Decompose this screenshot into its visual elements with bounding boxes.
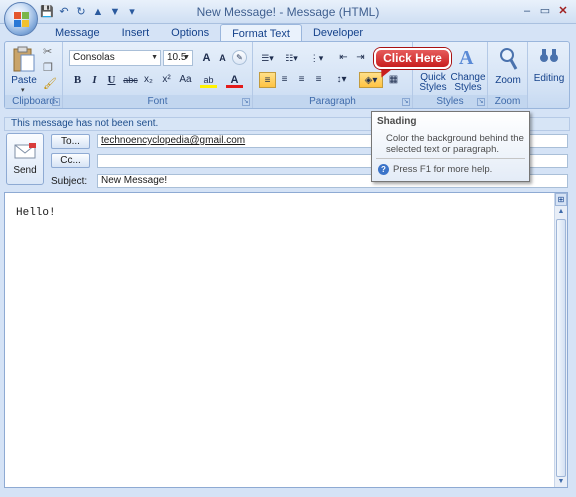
cc-button[interactable]: Cc... — [51, 153, 90, 168]
quick-styles-label: Quick Styles — [419, 72, 447, 93]
tab-developer[interactable]: Developer — [302, 24, 374, 42]
paragraph-group-label: Paragraph — [253, 95, 412, 108]
message-body-text: Hello! — [16, 207, 56, 219]
zoom-group: Zoom Zoom — [488, 42, 528, 108]
office-logo-icon — [14, 12, 29, 27]
styles-launcher-icon[interactable]: ↘ — [477, 98, 485, 106]
subject-label: Subject: — [51, 176, 88, 187]
shrink-font-button[interactable]: A — [214, 50, 231, 66]
close-button[interactable]: ✕ — [556, 4, 570, 18]
line-spacing-button[interactable]: ↕▾ — [333, 72, 350, 88]
editing-button[interactable]: Editing — [530, 45, 568, 91]
change-styles-button[interactable]: A Change Styles — [450, 45, 486, 93]
tooltip-description: Color the background behind the selected… — [386, 133, 524, 155]
send-envelope-icon — [14, 143, 36, 159]
highlight-button[interactable]: ab — [200, 72, 217, 88]
paste-icon — [13, 46, 35, 72]
styles-group-label: Styles — [413, 95, 487, 108]
ruler-toggle-icon[interactable]: ⊞ — [555, 193, 567, 206]
office-button[interactable] — [4, 2, 38, 36]
send-button[interactable]: Send — [6, 133, 44, 185]
send-label: Send — [13, 165, 37, 176]
strikethrough-button[interactable]: abc — [122, 72, 139, 88]
scroll-down-icon[interactable]: ▼ — [555, 477, 567, 487]
copy-icon[interactable]: ❐ — [43, 61, 53, 74]
tab-options[interactable]: Options — [160, 24, 220, 42]
ribbon-tabs: Message Insert Options Format Text Devel… — [44, 24, 374, 42]
bullets-button[interactable]: ☰▾ — [259, 50, 276, 66]
paste-label: Paste — [11, 75, 37, 86]
tooltip-title: Shading — [377, 116, 417, 127]
font-group-label: Font — [63, 95, 252, 108]
message-body[interactable]: Hello! ⊞ ▲ ▼ — [4, 192, 568, 488]
zoom-button[interactable]: Zoom — [490, 45, 526, 91]
maximize-button[interactable]: ▭ — [538, 4, 552, 18]
tooltip-help-text: Press F1 for more help. — [393, 164, 493, 175]
magnifier-icon — [500, 48, 518, 70]
chevron-down-icon: ▼ — [151, 54, 158, 61]
multilevel-list-button[interactable]: ⋮▾ — [308, 50, 325, 66]
cut-icon[interactable]: ✂ — [43, 45, 52, 58]
vertical-scrollbar[interactable]: ⊞ ▲ ▼ — [554, 193, 567, 487]
align-center-button[interactable]: ≡ — [276, 72, 293, 88]
font-color-button[interactable]: A — [226, 72, 243, 88]
underline-button[interactable]: U — [103, 72, 120, 88]
font-launcher-icon[interactable]: ↘ — [242, 98, 250, 106]
title-bar: 💾 ↶ ↻ ▲ ▼ ▾ New Message! - Message (HTML… — [0, 0, 576, 24]
zoom-group-label: Zoom — [488, 95, 527, 108]
editing-group: Editing — [528, 42, 570, 108]
change-styles-icon: A — [459, 47, 474, 69]
numbering-button[interactable]: ☷▾ — [283, 50, 300, 66]
zoom-label: Zoom — [495, 75, 521, 86]
decrease-indent-button[interactable]: ⇤ — [335, 50, 352, 66]
increase-indent-button[interactable]: ⇥ — [352, 50, 369, 66]
clear-formatting-button[interactable]: ✎ — [232, 50, 247, 65]
to-address: technoencyclopedia@gmail.com — [101, 135, 246, 146]
format-painter-icon[interactable]: 🖌 — [43, 77, 57, 90]
click-here-callout: Click Here — [374, 48, 451, 69]
tooltip-help: ? Press F1 for more help. — [378, 164, 492, 175]
tab-format-text[interactable]: Format Text — [220, 24, 302, 42]
ribbon: Paste ▾ ✂ ❐ 🖌 Clipboard ↘ Consolas ▼ 10.… — [4, 41, 570, 109]
paragraph-launcher-icon[interactable]: ↘ — [402, 98, 410, 106]
help-icon: ? — [378, 164, 389, 175]
chevron-down-icon: ▼ — [183, 54, 190, 61]
align-left-button[interactable]: ≡ — [259, 72, 276, 88]
change-styles-label: Change Styles — [450, 72, 486, 93]
tab-message[interactable]: Message — [44, 24, 111, 42]
font-group: Consolas ▼ 10.5 ▼ A A ✎ B I U abc x₂ x² … — [63, 42, 253, 108]
window-title: New Message! - Message (HTML) — [196, 5, 380, 19]
shading-tooltip: Shading Color the background behind the … — [371, 111, 530, 182]
clipboard-group: Paste ▾ ✂ ❐ 🖌 Clipboard ↘ — [5, 42, 63, 108]
editing-label: Editing — [533, 73, 565, 84]
minimize-button[interactable]: – — [520, 4, 534, 18]
font-size-combo[interactable]: 10.5 ▼ — [163, 50, 193, 66]
paste-button[interactable]: Paste ▾ — [10, 45, 38, 94]
clipboard-launcher-icon[interactable]: ↘ — [52, 98, 60, 106]
to-button[interactable]: To... — [51, 134, 90, 149]
justify-button[interactable]: ≡ — [310, 72, 327, 88]
grow-font-button[interactable]: A — [198, 50, 215, 66]
tab-insert[interactable]: Insert — [111, 24, 161, 42]
paste-dropdown-icon: ▾ — [21, 87, 25, 94]
change-case-button[interactable]: Aa — [177, 72, 194, 88]
binoculars-icon — [540, 49, 558, 62]
font-family-value: Consolas — [73, 52, 115, 63]
italic-button[interactable]: I — [86, 72, 103, 88]
bold-button[interactable]: B — [69, 72, 86, 88]
scrollbar-thumb[interactable] — [556, 219, 566, 477]
align-right-button[interactable]: ≡ — [293, 72, 310, 88]
scroll-up-icon[interactable]: ▲ — [555, 207, 567, 217]
superscript-button[interactable]: x² — [158, 72, 175, 88]
tooltip-divider — [376, 158, 525, 159]
subscript-button[interactable]: x₂ — [140, 72, 157, 88]
font-family-combo[interactable]: Consolas ▼ — [69, 50, 161, 66]
